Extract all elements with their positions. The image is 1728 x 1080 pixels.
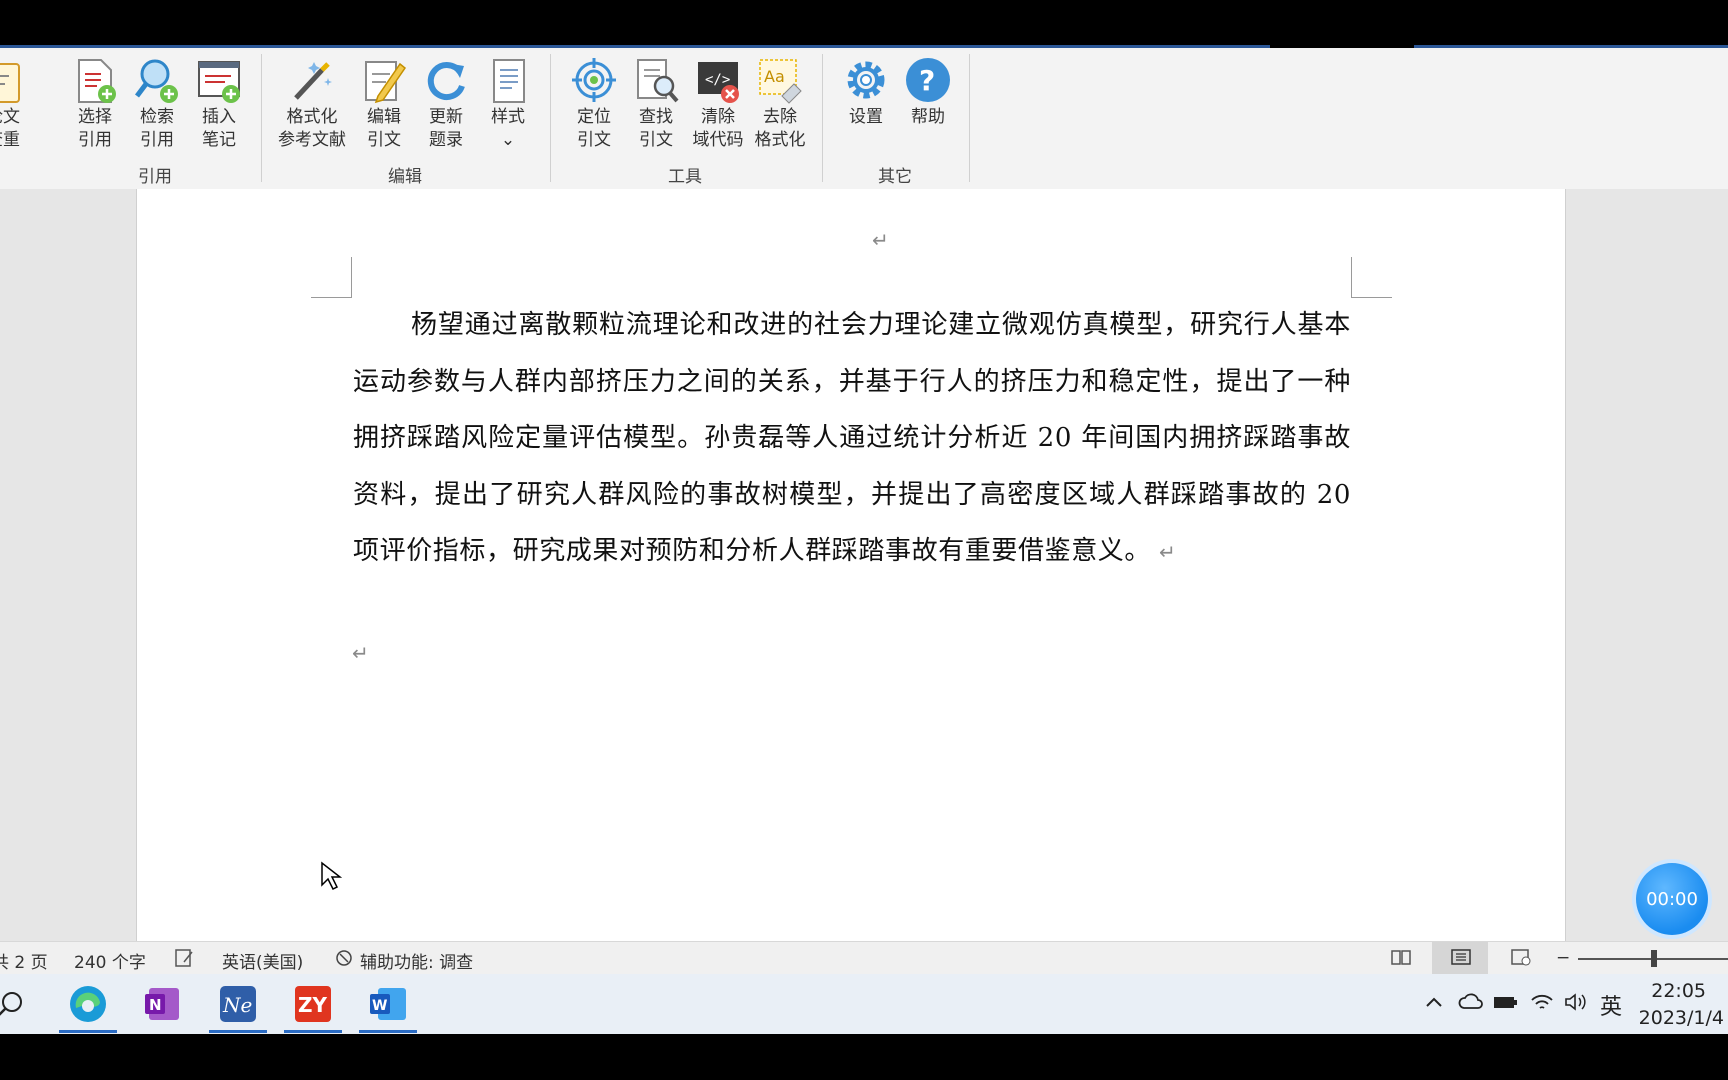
edit-citation-button[interactable]: 编辑 引文 <box>353 56 415 152</box>
page-count[interactable]: 共 2 页 <box>0 948 48 973</box>
taskbar-active-indicator <box>59 1030 117 1033</box>
system-clock[interactable]: 22:05 2023/1/4 <box>1639 978 1724 1032</box>
clear-field-codes-button[interactable]: </> 清除 域代码 <box>687 56 749 152</box>
group-separator <box>550 54 551 182</box>
document-area[interactable]: ↵ 杨望通过离散颗粒流理论和改进的社会力理论建立微观仿真模型，研究行人基本运动参… <box>0 189 1728 941</box>
group-label-other: 其它 <box>878 167 912 187</box>
group-separator <box>822 54 823 182</box>
remove-formatting-button[interactable]: Aa 去除 格式化 <box>749 56 811 152</box>
print-layout-icon <box>1450 948 1472 971</box>
battery-icon[interactable] <box>1492 992 1518 1017</box>
document-add-icon <box>71 56 119 104</box>
select-citation-button[interactable]: 选择 引用 <box>64 56 126 152</box>
locate-citation-button[interactable]: 定位 引文 <box>563 56 625 152</box>
update-records-button[interactable]: 更新 题录 <box>415 56 477 152</box>
group-label-tools: 工具 <box>668 167 702 187</box>
paragraph-text: 杨望通过离散颗粒流理论和改进的社会力理论建立微观仿真模型，研究行人基本运动参数与… <box>353 310 1351 566</box>
settings-button[interactable]: 设置 <box>835 56 897 129</box>
word-count[interactable]: 240 个字 <box>74 948 146 973</box>
document-page[interactable]: ↵ 杨望通过离散颗粒流理论和改进的社会力理论建立微观仿真模型，研究行人基本运动参… <box>136 189 1566 941</box>
paragraph-mark: ↵ <box>872 228 889 252</box>
empty-paragraph-mark: ↵ <box>352 641 369 665</box>
svg-text:?: ? <box>919 64 935 97</box>
svg-text:N: N <box>149 996 162 1014</box>
refresh-icon <box>422 56 470 104</box>
insert-note-button[interactable]: 插入 笔记 <box>188 56 250 152</box>
clock-time: 22:05 <box>1651 980 1706 1002</box>
group-separator <box>969 54 970 182</box>
wifi-icon[interactable] <box>1530 992 1554 1017</box>
paragraph-end-mark: ↵ <box>1159 540 1177 564</box>
web-layout-icon[interactable] <box>1510 948 1532 971</box>
read-mode-icon[interactable] <box>1390 948 1412 971</box>
volume-icon[interactable] <box>1564 992 1588 1017</box>
gear-icon <box>842 56 890 104</box>
taskbar-active-indicator <box>359 1030 417 1033</box>
document-search-icon <box>632 56 680 104</box>
ime-indicator[interactable]: 英 <box>1600 989 1622 1021</box>
body-paragraph[interactable]: 杨望通过离散颗粒流理论和改进的社会力理论建立微观仿真模型，研究行人基本运动参数与… <box>353 297 1351 581</box>
taskbar-active-indicator <box>284 1030 342 1033</box>
accessibility-icon[interactable] <box>334 948 354 973</box>
margin-corner-top-right <box>1351 257 1392 298</box>
edge-icon[interactable] <box>68 984 108 1024</box>
eraser-text-icon: Aa <box>756 56 804 104</box>
proofing-icon[interactable] <box>174 948 196 973</box>
accessibility-status[interactable]: 辅助功能: 调查 <box>360 948 473 973</box>
margin-corner-top-left <box>311 257 352 298</box>
ne-icon[interactable]: Ne <box>218 984 258 1024</box>
code-clear-icon: </> <box>694 56 742 104</box>
cloud-icon[interactable] <box>1458 992 1484 1017</box>
svg-text:</>: </> <box>705 72 730 88</box>
format-bibliography-button[interactable]: 格式化 参考文献 <box>274 56 350 152</box>
language-indicator[interactable]: 英语(美国) <box>222 948 303 973</box>
ribbon: 论文 查重 选择 引用 检索 引用 插入 笔记 引用 格式化 参考文献 编辑 引… <box>0 48 1728 190</box>
svg-text:Ne: Ne <box>222 993 252 1017</box>
clock-date: 2023/1/4 <box>1638 1007 1724 1029</box>
magic-wand-icon <box>288 56 336 104</box>
zy-icon[interactable]: ZY <box>293 984 333 1024</box>
screen-bottom-strip <box>0 1034 1728 1080</box>
group-label-citation: 引用 <box>138 167 172 187</box>
style-dropdown-button[interactable]: 样式 ⌄ <box>477 56 539 152</box>
help-icon: ? <box>904 56 952 104</box>
help-button[interactable]: ? 帮助 <box>897 56 959 129</box>
taskbar: N Ne ZY W 英 22:05 2023/1/4 <box>0 974 1728 1034</box>
window-top-strip <box>0 0 1728 46</box>
note-window-icon <box>195 56 243 104</box>
recording-timer[interactable]: 00:00 <box>1636 863 1708 935</box>
plagiarism-check-button[interactable]: 论文 查重 <box>0 56 34 152</box>
target-icon <box>570 56 618 104</box>
find-citation-button[interactable]: 查找 引文 <box>625 56 687 152</box>
word-icon[interactable]: W <box>368 984 408 1024</box>
group-separator <box>261 54 262 182</box>
style-document-icon <box>484 56 532 104</box>
clipboard-check-icon <box>0 56 27 104</box>
zoom-slider-thumb[interactable] <box>1651 950 1657 967</box>
pencil-document-icon <box>360 56 408 104</box>
status-bar: 共 2 页 240 个字 英语(美国) 辅助功能: 调查 − <box>0 941 1728 975</box>
group-label-edit: 编辑 <box>388 167 422 187</box>
search-citation-button[interactable]: 检索 引用 <box>126 56 188 152</box>
chevron-up-icon[interactable] <box>1424 992 1444 1017</box>
svg-text:ZY: ZY <box>298 993 328 1017</box>
onenote-icon[interactable]: N <box>143 984 183 1024</box>
svg-text:W: W <box>372 998 387 1014</box>
zoom-out-button[interactable]: − <box>1556 948 1570 968</box>
taskbar-active-indicator <box>209 1030 267 1033</box>
magnifier-icon <box>133 56 181 104</box>
search-icon[interactable] <box>0 990 26 1024</box>
svg-text:Aa: Aa <box>764 67 785 86</box>
mouse-cursor <box>320 861 343 895</box>
